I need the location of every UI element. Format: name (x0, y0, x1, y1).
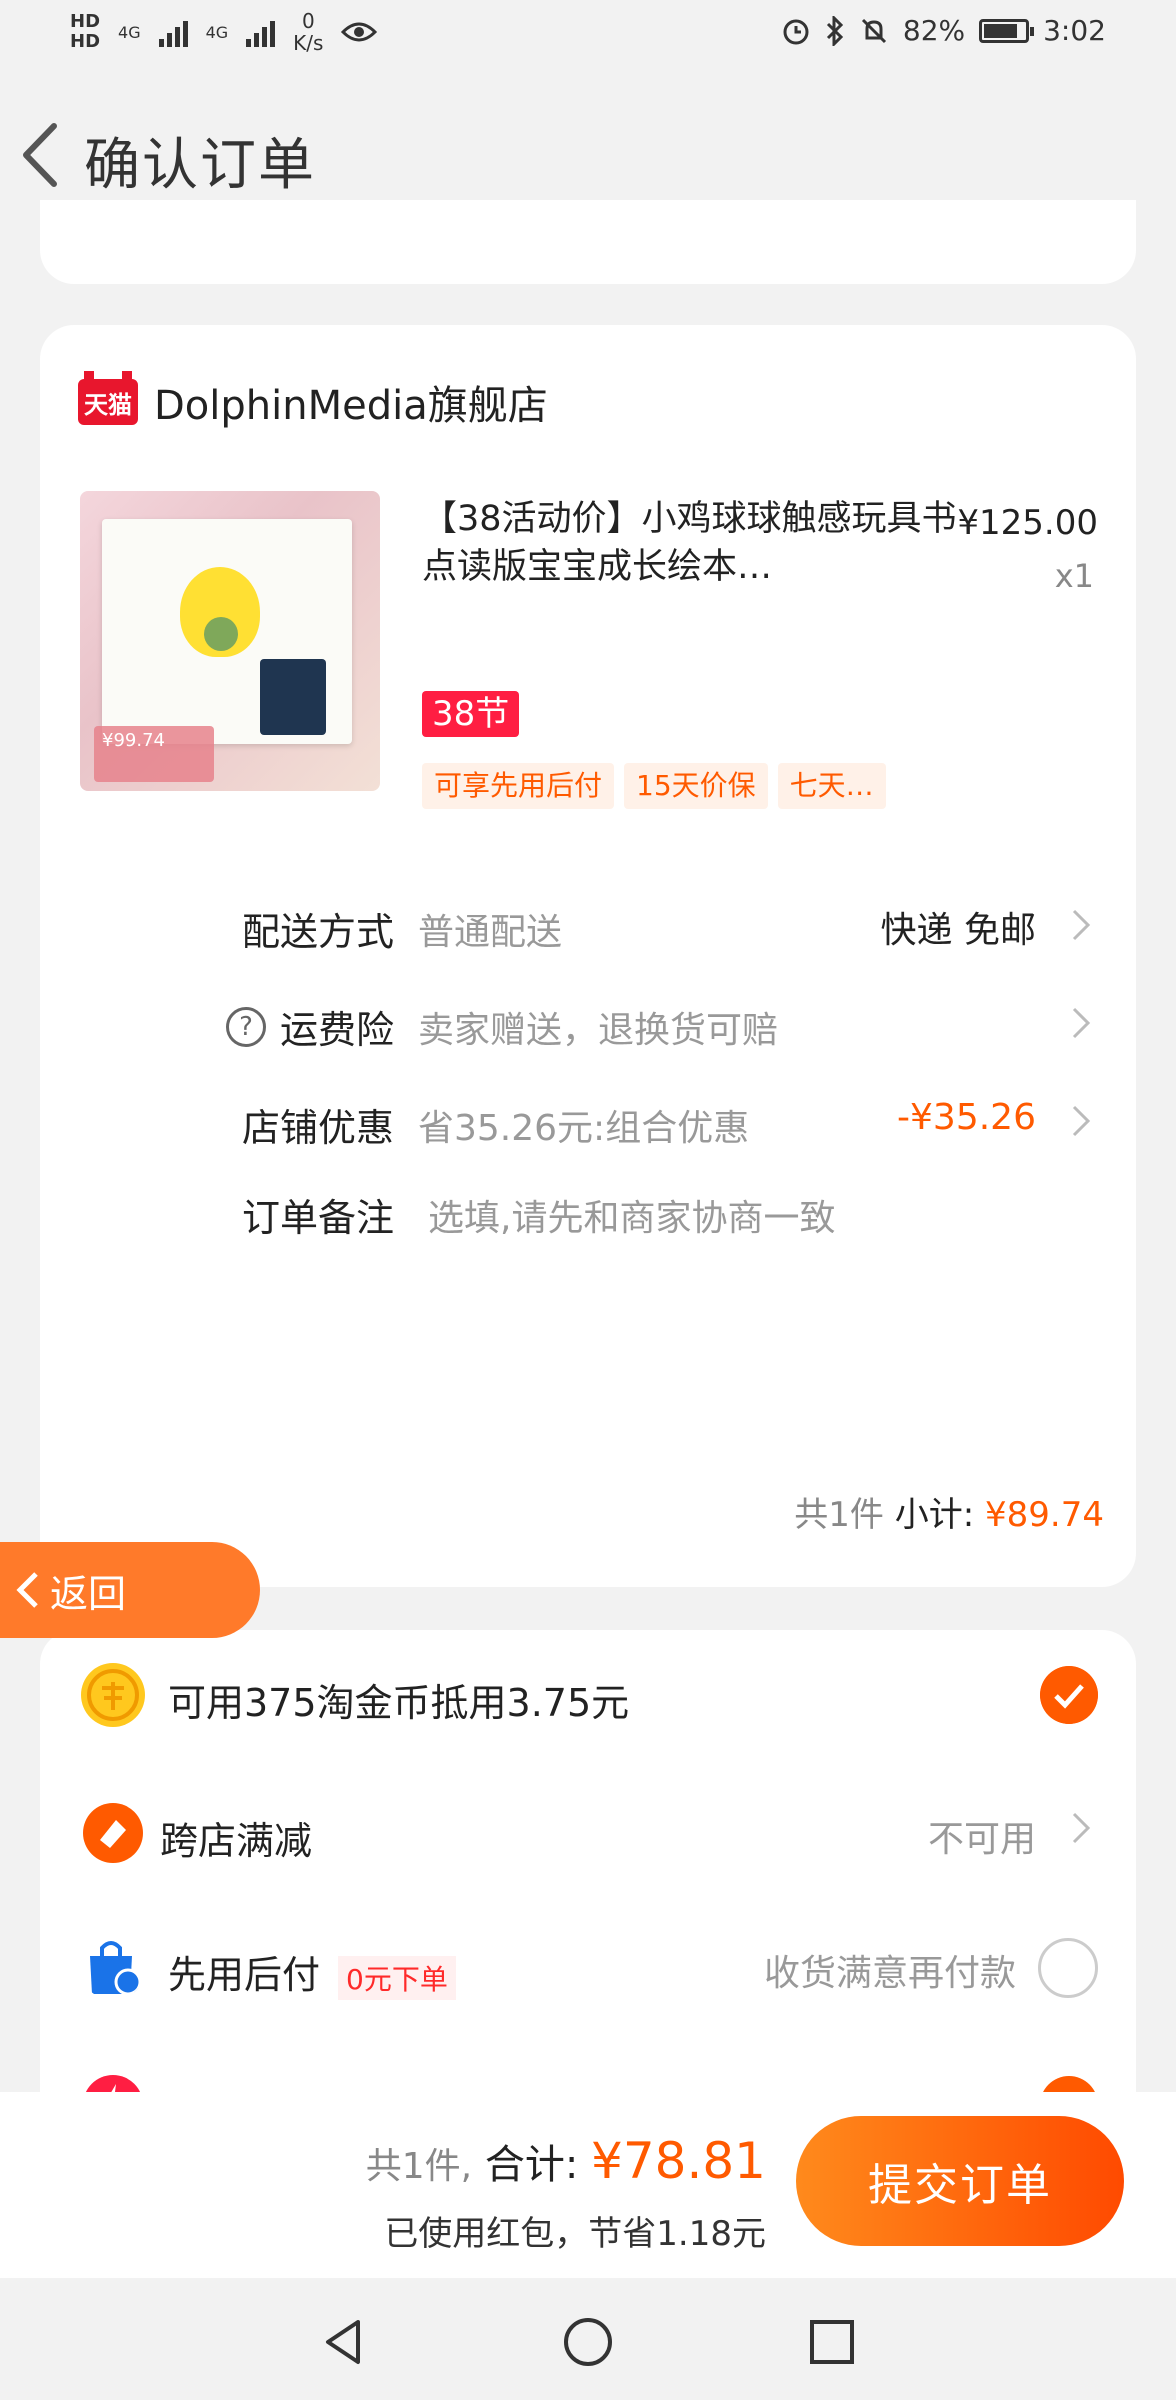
bluetooth-icon (826, 15, 843, 46)
product-title[interactable]: 【38活动价】小鸡球球触感玩具书点读版宝宝成长绘本… (422, 495, 982, 591)
pay-later-desc: 收货满意再付款 (763, 1953, 1016, 1994)
delivery-row[interactable]: 配送方式 普通配送 快递 免邮 (40, 885, 1136, 965)
shop-header[interactable]: 天猫 DolphinMedia旗舰店 (78, 371, 548, 431)
page-title: 确认订单 (84, 133, 316, 198)
back-chevron-icon[interactable] (14, 120, 74, 190)
nav-back-icon[interactable] (318, 2316, 370, 2368)
return-label: 返回 (50, 1571, 127, 1616)
system-nav-bar (0, 2278, 1176, 2400)
cross-store-label: 跨店满减 (160, 1819, 313, 1863)
pay-later-row[interactable]: 先用后付 0元下单 收货满意再付款 (40, 1922, 1136, 2012)
ticket-icon (83, 1803, 143, 1863)
delivery-label: 配送方式 (241, 910, 394, 954)
note-input[interactable]: 选填,请先和商家协商一致 (428, 1189, 835, 1241)
address-card-partial (40, 200, 1136, 284)
total-line: 共1件, 合计: ¥78.81 (366, 2132, 766, 2190)
coins-row[interactable]: 可用375淘金币抵用3.75元 (40, 1650, 1136, 1740)
mute-icon (861, 18, 886, 43)
hd1-icon: HD (70, 11, 101, 32)
discount-label: 店铺优惠 (241, 1106, 394, 1150)
chick-illustration (180, 567, 260, 657)
zero-order-badge: 0元下单 (338, 1955, 456, 2000)
hd2-icon: HD (70, 31, 101, 52)
subtotal-label: 小计: (894, 1495, 975, 1535)
submit-order-button[interactable]: 提交订单 (796, 2116, 1124, 2246)
cross-store-status: 不可用 (927, 1819, 1036, 1860)
status-bar: HD HD 4G 4G 0 K/s 82% 3:02 (0, 0, 1176, 72)
return-button[interactable]: 返回 (0, 1542, 260, 1638)
note-label: 订单备注 (241, 1196, 394, 1240)
service-tag: 15天价保 (624, 763, 768, 809)
discount-value: 省35.26元:组合优惠 (418, 1108, 750, 1149)
coins-label: 可用375淘金币抵用3.75元 (168, 1681, 630, 1725)
subtotal: 共1件 小计: ¥89.74 (794, 1487, 1104, 1536)
insurance-label-group: ? 运费险 (225, 999, 394, 1054)
order-note-row[interactable]: 订单备注 选填,请先和商家协商一致 (40, 1171, 1136, 1251)
chevron-right-icon (1072, 1007, 1091, 1039)
tmall-logo-icon: 天猫 (78, 371, 138, 425)
coin-icon (81, 1663, 145, 1727)
question-icon[interactable]: ? (225, 1006, 266, 1047)
promo-tag: 38节 (422, 691, 520, 737)
store-discount-row[interactable]: 店铺优惠 省35.26元:组合优惠 -¥35.26 (40, 1081, 1136, 1161)
alarm-icon (783, 19, 809, 44)
checkmark-icon[interactable] (1040, 1666, 1098, 1724)
service-tag[interactable]: 七天… (777, 763, 886, 809)
pay-later-label: 先用后付 0元下单 (168, 1944, 456, 2000)
clock: 3:02 (1043, 14, 1106, 47)
eye-icon (341, 22, 378, 42)
radio-unchecked[interactable] (1038, 1938, 1098, 1998)
signal1-icon (158, 17, 188, 47)
saving-note: 已使用红包，节省1.18元 (384, 2214, 766, 2254)
product-quantity: x1 (1054, 557, 1094, 595)
insurance-label: 运费险 (279, 1008, 394, 1052)
nav-home-icon[interactable] (562, 2316, 614, 2368)
net2-label: 4G (205, 22, 229, 42)
insurance-value: 卖家赠送，退换货可赔 (418, 1010, 779, 1051)
shop-name[interactable]: DolphinMedia旗舰店 (154, 373, 548, 431)
delivery-method: 快递 免邮 (880, 910, 1036, 951)
delivery-value: 普通配送 (418, 912, 563, 953)
total-amount: ¥78.81 (591, 2132, 766, 2190)
product-image[interactable]: ¥99.74 (80, 491, 380, 791)
order-card: 天猫 DolphinMedia旗舰店 ¥99.74 【38活动价】小鸡球球触感玩… (40, 325, 1136, 1587)
bottom-bar: 共1件, 合计: ¥78.81 已使用红包，节省1.18元 提交订单 (0, 2092, 1176, 2278)
net-speed: 0 (301, 9, 315, 33)
total-count: 共1件, (365, 2146, 473, 2187)
net-speed-unit: K/s (293, 31, 324, 55)
benefits-card: 可用375淘金币抵用3.75元 跨店满减 不可用 先用后付 0元下单 收货满意再付… (40, 1630, 1136, 2135)
chevron-right-icon (1072, 1812, 1091, 1844)
subtotal-amount: ¥89.74 (985, 1495, 1104, 1535)
subtotal-count: 共1件 (794, 1495, 884, 1535)
net1-label: 4G (118, 22, 141, 42)
cross-store-row[interactable]: 跨店满减 不可用 (40, 1788, 1136, 1878)
chevron-right-icon (1072, 909, 1091, 941)
chevron-left-icon (16, 1572, 38, 1608)
insurance-row[interactable]: ? 运费险 卖家赠送，退换货可赔 (40, 983, 1136, 1063)
product-price: ¥125.00 (957, 503, 1098, 543)
chevron-right-icon (1072, 1105, 1091, 1137)
service-tags: 可享先用后付 15天价保 七天… (422, 763, 886, 809)
total-label: 合计: (484, 2142, 579, 2188)
service-tag: 可享先用后付 (422, 763, 615, 809)
image-price-ribbon: ¥99.74 (94, 726, 214, 782)
shopping-bag-icon (90, 1941, 142, 1996)
box-illustration (260, 659, 326, 735)
battery-icon (979, 18, 1035, 43)
discount-amount: -¥35.26 (897, 1097, 1036, 1138)
signal2-icon (246, 17, 276, 47)
battery-percent: 82% (902, 14, 966, 47)
nav-recents-icon[interactable] (806, 2316, 858, 2368)
